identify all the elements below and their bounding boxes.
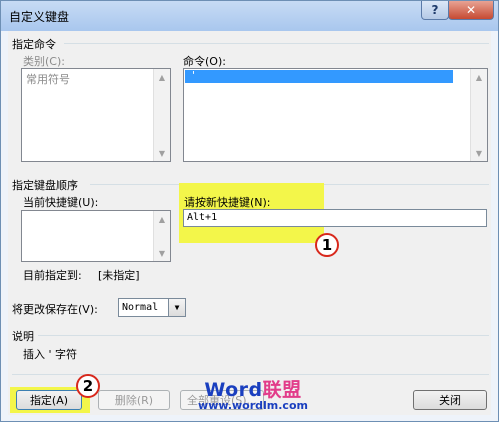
description-text: 插入 ' 字符 <box>23 348 78 361</box>
assign-button[interactable]: 指定(A) <box>16 390 82 410</box>
scroll-up-icon[interactable]: ▲ <box>154 69 170 85</box>
remove-button[interactable]: 删除(R) <box>98 390 170 410</box>
vertical-scrollbar[interactable]: ▲ ▼ <box>153 211 170 261</box>
scroll-down-icon[interactable]: ▼ <box>471 145 487 161</box>
list-item[interactable]: ' <box>192 69 195 82</box>
specify-command-group-label: 指定命令 <box>12 38 56 51</box>
group-separator <box>38 335 489 336</box>
currently-assigned-label: 目前指定到: <box>23 269 82 282</box>
description-group-label: 说明 <box>12 330 34 343</box>
title-bar[interactable]: 自定义键盘 ? ✕ <box>1 1 498 31</box>
wordlm-watermark: Word联盟 www.wordlm.com <box>198 380 308 412</box>
dialog-title: 自定义键盘 <box>9 10 70 24</box>
scroll-up-icon[interactable]: ▲ <box>471 69 487 85</box>
annotation-badge-2: 2 <box>76 374 100 398</box>
close-icon: ✕ <box>465 3 477 17</box>
dialog-client-area: 指定命令 类别(C): 常用符号 ▲ ▼ 命令(O): ' ▲ ▼ 指定键盘顺序… <box>8 31 491 415</box>
currently-assigned-value: [未指定] <box>98 269 140 282</box>
help-icon: ? <box>431 3 439 17</box>
categories-listbox[interactable]: 常用符号 ▲ ▼ <box>21 68 171 162</box>
customize-keyboard-dialog: 自定义键盘 ? ✕ 指定命令 类别(C): 常用符号 ▲ ▼ 命令(O): ' … <box>0 0 499 422</box>
list-item[interactable]: 常用符号 <box>26 71 70 87</box>
current-keys-listbox[interactable]: ▲ ▼ <box>21 210 171 262</box>
save-changes-label: 将更改保存在(V): <box>12 303 98 316</box>
save-changes-dropdown[interactable]: Normal ▼ <box>118 298 186 317</box>
categories-label: 类别(C): <box>23 55 65 68</box>
new-key-input[interactable]: Alt+1 <box>183 209 487 227</box>
title-close-button[interactable]: ✕ <box>448 1 494 20</box>
new-key-label: 请按新快捷键(N): <box>184 196 271 209</box>
chevron-down-icon[interactable]: ▼ <box>168 299 185 316</box>
key-sequence-group-label: 指定键盘顺序 <box>12 179 78 192</box>
scroll-up-icon[interactable]: ▲ <box>154 211 170 227</box>
watermark-url: www.wordlm.com <box>198 399 308 412</box>
save-changes-value: Normal <box>122 302 159 313</box>
vertical-scrollbar[interactable]: ▲ ▼ <box>470 69 487 161</box>
close-button[interactable]: 关闭 <box>413 390 487 410</box>
help-button[interactable]: ? <box>421 1 449 20</box>
commands-listbox[interactable]: ' ▲ ▼ <box>183 68 488 162</box>
vertical-scrollbar[interactable]: ▲ ▼ <box>153 69 170 161</box>
watermark-lianmeng-text: 联盟 <box>262 379 302 401</box>
selected-row-highlight <box>185 70 453 83</box>
current-keys-label: 当前快捷键(U): <box>23 196 99 209</box>
commands-label: 命令(O): <box>183 55 226 68</box>
watermark-word-text: Word <box>204 379 263 401</box>
scroll-down-icon[interactable]: ▼ <box>154 245 170 261</box>
scroll-down-icon[interactable]: ▼ <box>154 145 170 161</box>
annotation-badge-1: 1 <box>315 233 339 257</box>
group-separator <box>64 43 489 44</box>
